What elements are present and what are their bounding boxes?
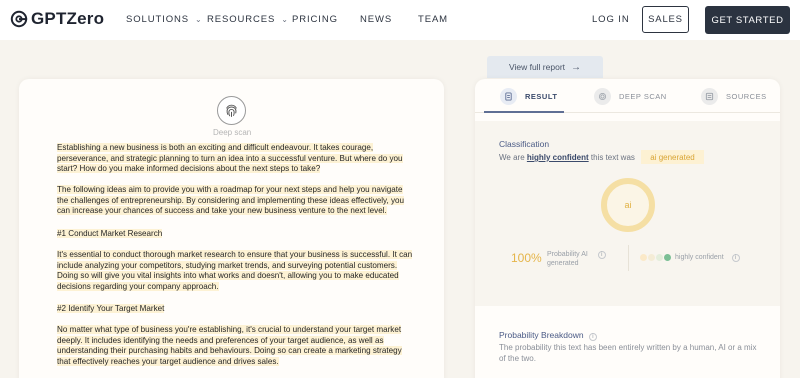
report-tabs: RESULT DEEP SCAN SOURCES (475, 79, 780, 113)
tab-sources-label: SOURCES (726, 91, 767, 101)
fingerprint-icon (226, 104, 237, 117)
confidence-dot (664, 254, 671, 261)
deep-scan-label: Deep scan (213, 128, 252, 137)
document-heading-1: #1 Conduct Market Research (57, 229, 163, 240)
document-paragraph-2: The following ideas aim to provide you w… (57, 185, 405, 217)
probability-breakdown-label: Probability Breakdown (499, 330, 584, 340)
tab-result[interactable]: RESULT (500, 87, 557, 105)
nav-resources-label: RESOURCES (207, 14, 276, 25)
nav-news-label: NEWS (360, 14, 393, 25)
tab-deep-scan-label: DEEP SCAN (619, 91, 667, 101)
login-label: LOG IN (592, 14, 630, 25)
probability-label-line-1: Probability AI (547, 251, 588, 258)
text-line: can increase your chances of success and… (57, 206, 387, 216)
nav-news[interactable]: NEWS (360, 14, 392, 25)
document-paragraph-3: It's essential to conduct thorough marke… (57, 250, 413, 292)
brand-name: GPTZero (31, 9, 105, 28)
chevron-down-icon: ⌄ (195, 15, 203, 24)
confidence-link[interactable]: highly confident (527, 153, 589, 162)
active-tab-indicator (484, 111, 564, 113)
confidence-level: highly confident i (675, 254, 740, 262)
text-line: Establishing a new business is both an e… (57, 143, 374, 152)
text-line: the challenges of entrepreneurship. By c… (57, 195, 405, 205)
classification-prefix: We are (499, 153, 525, 162)
probability-breakdown-title: Probability Breakdown i (499, 330, 597, 341)
sales-button[interactable]: SALES (642, 6, 689, 33)
deep-scan-button[interactable] (217, 96, 246, 125)
confidence-dot (640, 254, 647, 261)
text-line: No matter what type of business you're e… (57, 325, 402, 334)
text-line: The following ideas aim to provide you w… (57, 185, 403, 194)
brand-logo[interactable]: GPTZero (10, 9, 104, 29)
document-heading-2: #2 Identify Your Target Market (57, 304, 165, 315)
ai-probability-label: Probability AI i generated (547, 250, 606, 268)
arrow-right-icon: → (571, 61, 582, 73)
view-full-report-button[interactable]: View full report → (487, 56, 603, 78)
sources-icon (701, 87, 718, 105)
document-paragraph-4: No matter what type of business you're e… (57, 325, 402, 367)
nav-pricing[interactable]: PRICING (292, 14, 338, 25)
nav-solutions[interactable]: SOLUTIONS ⌄ (126, 14, 203, 25)
fingerprint-icon (594, 87, 611, 105)
classification-sentence: We are highly confident this text was (499, 153, 635, 162)
nav-team[interactable]: TEAM (418, 14, 448, 25)
confidence-meter (640, 254, 672, 261)
donut-label: ai (624, 200, 632, 210)
view-full-report-label: View full report (508, 62, 566, 72)
info-icon[interactable]: i (731, 254, 740, 262)
text-line: that effectively reaches your target aud… (57, 356, 279, 366)
info-icon[interactable]: i (597, 251, 606, 259)
divider (628, 245, 629, 271)
text-line: deeply. It includes identifying the need… (57, 335, 384, 345)
text-line: #2 Identify Your Target Market (57, 304, 165, 313)
text-line: start? How do you make informed decision… (57, 164, 321, 174)
ai-generated-badge: ai generated (641, 150, 704, 164)
document-paragraph-1: Establishing a new business is both an e… (57, 143, 403, 175)
ai-probability-donut: ai (601, 178, 655, 232)
info-icon[interactable]: i (588, 333, 597, 341)
chevron-down-icon: ⌄ (281, 15, 289, 24)
gptzero-logo-icon (10, 10, 28, 28)
confidence-dot (656, 254, 663, 261)
ai-probability-percent: 100% (511, 251, 542, 265)
text-line: decisions regarding your company approac… (57, 281, 219, 291)
nav-solutions-label: SOLUTIONS (126, 14, 189, 25)
nav-resources[interactable]: RESOURCES ⌄ (207, 14, 289, 25)
classification-title: Classification (499, 139, 550, 149)
probability-breakdown-description: The probability this text has been entir… (499, 343, 757, 363)
tab-deep-scan[interactable]: DEEP SCAN (594, 87, 667, 105)
top-navbar: GPTZero SOLUTIONS ⌄ RESOURCES ⌄ PRICING … (0, 0, 800, 40)
text-line: understanding their purchasing habits an… (57, 346, 402, 356)
nav-team-label: TEAM (418, 14, 448, 25)
login-link[interactable]: LOG IN (592, 14, 630, 25)
nav-pricing-label: PRICING (292, 14, 338, 25)
text-line: Doing so will give you vital insights in… (57, 271, 399, 281)
confidence-level-label: highly confident (675, 254, 724, 261)
tab-result-label: RESULT (525, 91, 558, 101)
document-icon (500, 87, 517, 105)
get-started-button[interactable]: GET STARTED (705, 6, 790, 34)
text-line: perseverance, and strategic planning to … (57, 153, 403, 163)
probability-label-line-2: generated (547, 260, 579, 267)
text-line: It's essential to conduct thorough marke… (57, 250, 413, 259)
text-line: include analyzing your competitors, stud… (57, 260, 398, 270)
tab-sources[interactable]: SOURCES (701, 87, 767, 105)
classification-middle: this text was (590, 153, 635, 162)
confidence-dot (648, 254, 655, 261)
text-line: #1 Conduct Market Research (57, 229, 163, 238)
